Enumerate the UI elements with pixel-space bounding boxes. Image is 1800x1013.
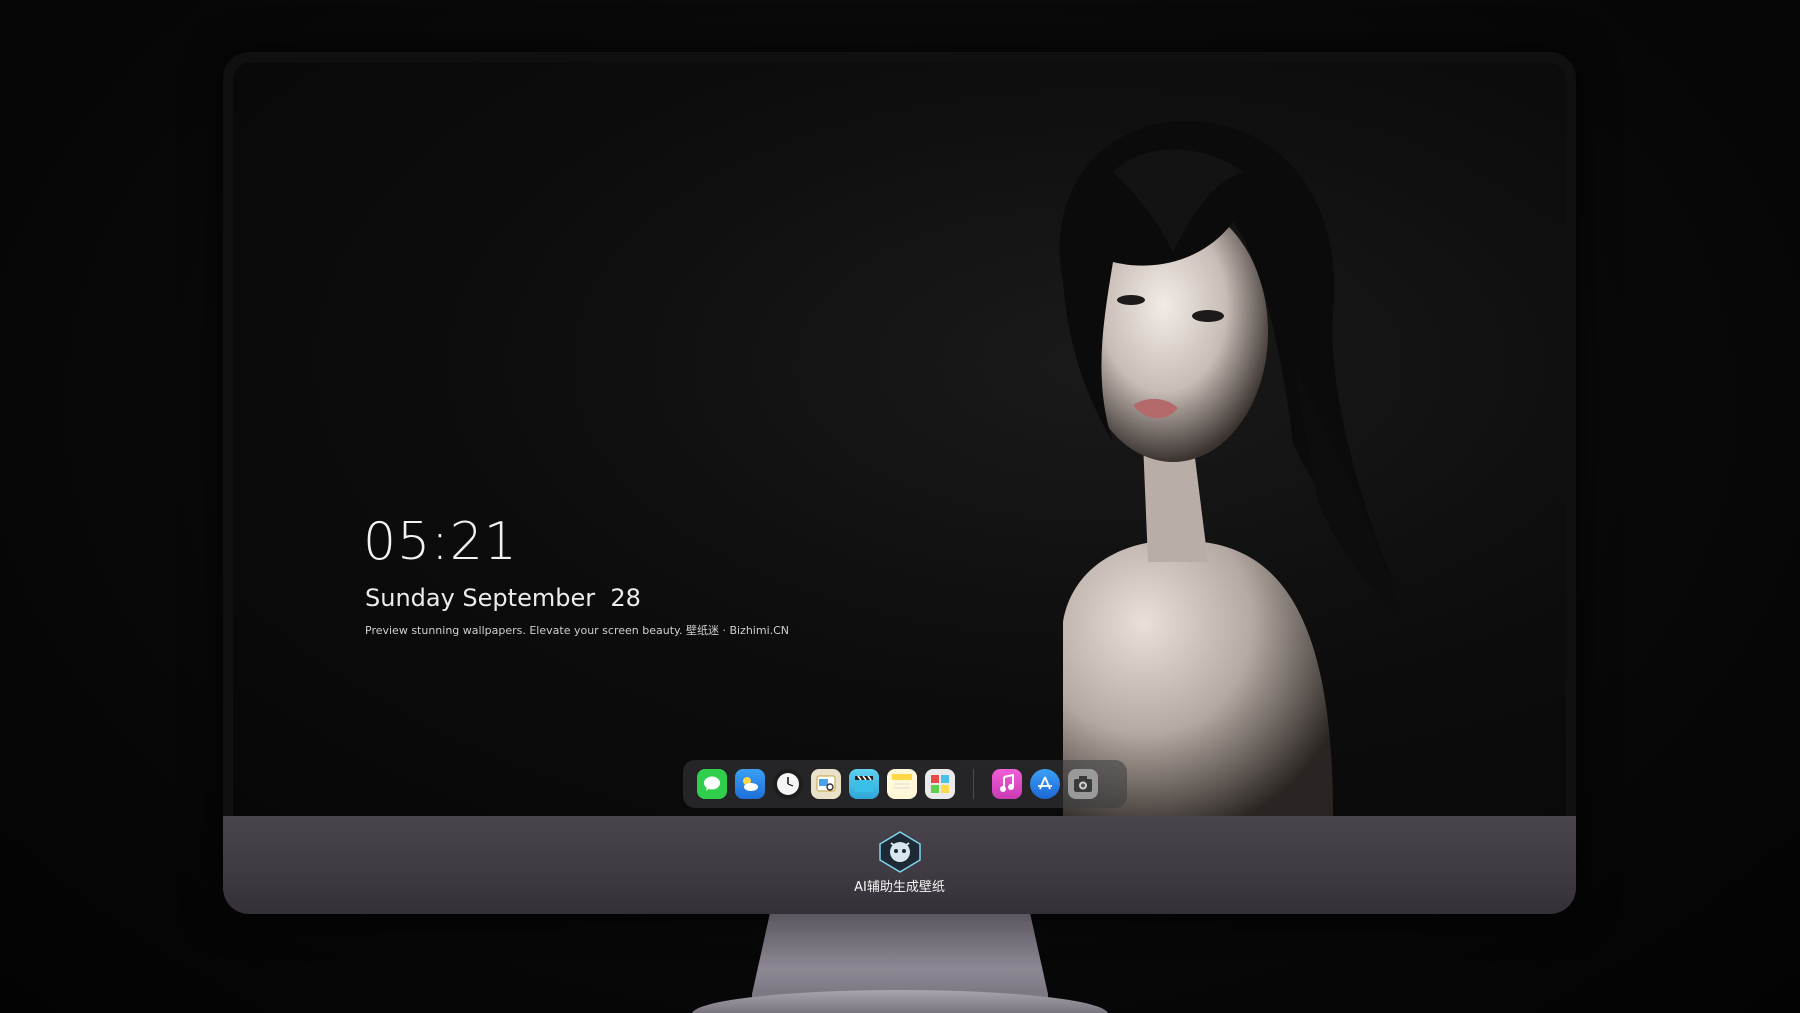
monitor: 05:21 Sunday September 28 Preview stunni… [223, 52, 1576, 914]
app-store-icon[interactable] [1030, 769, 1060, 799]
camera-icon[interactable] [1068, 769, 1098, 799]
music-icon[interactable] [992, 769, 1022, 799]
weather-icon[interactable] [735, 769, 765, 799]
preview-icon[interactable] [811, 769, 841, 799]
notes-icon[interactable] [887, 769, 917, 799]
dock-separator [973, 769, 974, 799]
lockscreen-clock: 05:21 [363, 512, 518, 572]
dock [683, 760, 1127, 808]
brand-area: AI辅助生成壁纸 [223, 830, 1576, 895]
monitor-screen: 05:21 Sunday September 28 Preview stunni… [233, 62, 1566, 816]
messages-icon[interactable] [697, 769, 727, 799]
lockscreen-tagline: Preview stunning wallpapers. Elevate you… [365, 624, 790, 637]
monitor-chin: AI辅助生成壁纸 [223, 816, 1576, 914]
photo-booth-icon[interactable] [925, 769, 955, 799]
clock-icon[interactable] [773, 769, 803, 799]
lockscreen-date: Sunday September 28 [365, 584, 641, 612]
brand-logo-icon [878, 831, 921, 873]
brand-text: AI辅助生成壁纸 [854, 880, 945, 895]
stage: 05:21 Sunday September 28 Preview stunni… [0, 0, 1800, 1013]
clips-icon[interactable] [849, 769, 879, 799]
wallpaper-portrait [1059, 121, 1403, 816]
